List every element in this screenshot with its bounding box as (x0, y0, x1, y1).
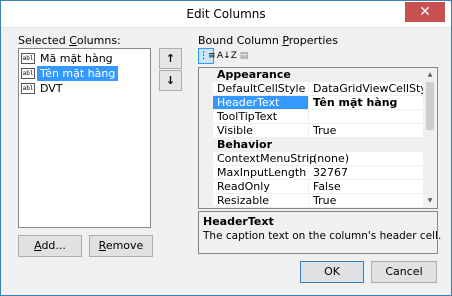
alphabetical-sort-icon[interactable]: A↓Z (216, 48, 237, 64)
list-item[interactable]: abl Mã mặt hàng (20, 51, 151, 66)
row-gutter (199, 96, 213, 110)
list-item-label: DVT (40, 82, 63, 95)
move-up-button[interactable]: ↑ (159, 48, 182, 69)
list-item[interactable]: abl DVT (20, 81, 151, 96)
property-row[interactable]: HeaderText Tên mặt hàng (199, 96, 423, 110)
row-gutter (199, 152, 213, 166)
property-value[interactable]: True (309, 194, 423, 208)
property-pages-icon[interactable]: ▤ (236, 48, 252, 64)
property-name: MaxInputLength (213, 166, 309, 180)
list-item[interactable]: abl Tên mặt hàng (20, 66, 151, 81)
property-grid-scrollbar[interactable]: ▲ ▼ (423, 68, 437, 208)
property-row[interactable]: Visible True (199, 124, 423, 138)
property-name: ToolTipText (213, 110, 309, 124)
property-name: DefaultCellStyle (213, 82, 309, 96)
list-item-label: Tên mặt hàng (37, 66, 119, 81)
text-column-icon: abl (21, 83, 35, 94)
property-row[interactable]: ReadOnly False (199, 180, 423, 194)
row-gutter (199, 180, 213, 194)
selected-columns-list[interactable]: abl Mã mặt hàng abl Tên mặt hàng abl DVT (18, 48, 151, 228)
window-title: Edit Columns (186, 7, 266, 21)
scroll-up-icon[interactable]: ▲ (423, 68, 437, 82)
scroll-thumb[interactable] (426, 82, 434, 130)
property-row[interactable]: Resizable True (199, 194, 423, 208)
property-value[interactable]: DataGridViewCellStyle { } (309, 82, 423, 96)
remove-button[interactable]: Remove (89, 235, 153, 257)
property-value[interactable]: 32767 (309, 166, 423, 180)
row-gutter (199, 124, 213, 138)
row-gutter (199, 82, 213, 96)
add-button[interactable]: Add... (18, 235, 82, 257)
selected-columns-label: Selected Columns: (18, 34, 121, 47)
category-row-appearance[interactable]: Appearance (199, 68, 423, 82)
scroll-down-icon[interactable]: ▼ (423, 194, 437, 208)
property-help-panel: HeaderText The caption text on the colum… (198, 211, 442, 254)
text-column-icon: abl (21, 68, 35, 79)
text-column-icon: abl (21, 53, 35, 64)
category-label: Appearance (199, 68, 423, 82)
category-label: Behavior (199, 138, 423, 152)
category-row-behavior[interactable]: Behavior (199, 138, 423, 152)
property-row[interactable]: ContextMenuStrip (none) (199, 152, 423, 166)
property-name: Visible (213, 124, 309, 138)
row-gutter (199, 194, 213, 208)
property-name: Resizable (213, 194, 309, 208)
property-row[interactable]: DefaultCellStyle DataGridViewCellStyle {… (199, 82, 423, 96)
property-value[interactable]: (none) (309, 152, 423, 166)
property-value[interactable] (309, 110, 423, 124)
help-title: HeaderText (203, 215, 274, 228)
property-name: HeaderText (213, 96, 309, 110)
property-grid[interactable]: Appearance DefaultCellStyle DataGridView… (198, 67, 438, 209)
help-description: The caption text on the column's header … (203, 230, 442, 242)
property-row[interactable]: ToolTipText (199, 110, 423, 124)
row-gutter (199, 110, 213, 124)
property-row[interactable]: MaxInputLength 32767 (199, 166, 423, 180)
close-button[interactable]: ✕ (405, 2, 445, 22)
move-down-button[interactable]: ↓ (159, 70, 182, 91)
property-value[interactable]: False (309, 180, 423, 194)
cancel-button[interactable]: Cancel (371, 261, 437, 283)
edit-columns-dialog: Edit Columns ✕ Selected Columns: abl Mã … (0, 0, 452, 296)
property-value[interactable]: True (309, 124, 423, 138)
property-value[interactable]: Tên mặt hàng (309, 96, 423, 110)
list-item-label: Mã mặt hàng (40, 52, 113, 65)
property-name: ContextMenuStrip (213, 152, 316, 166)
row-gutter (199, 166, 213, 180)
categorized-icon[interactable]: ⋮≡ (198, 48, 216, 64)
title-bar: Edit Columns ✕ (1, 1, 451, 28)
bound-column-properties-label: Bound Column Properties (198, 34, 338, 47)
property-name: ReadOnly (213, 180, 309, 194)
ok-button[interactable]: OK (300, 261, 364, 283)
